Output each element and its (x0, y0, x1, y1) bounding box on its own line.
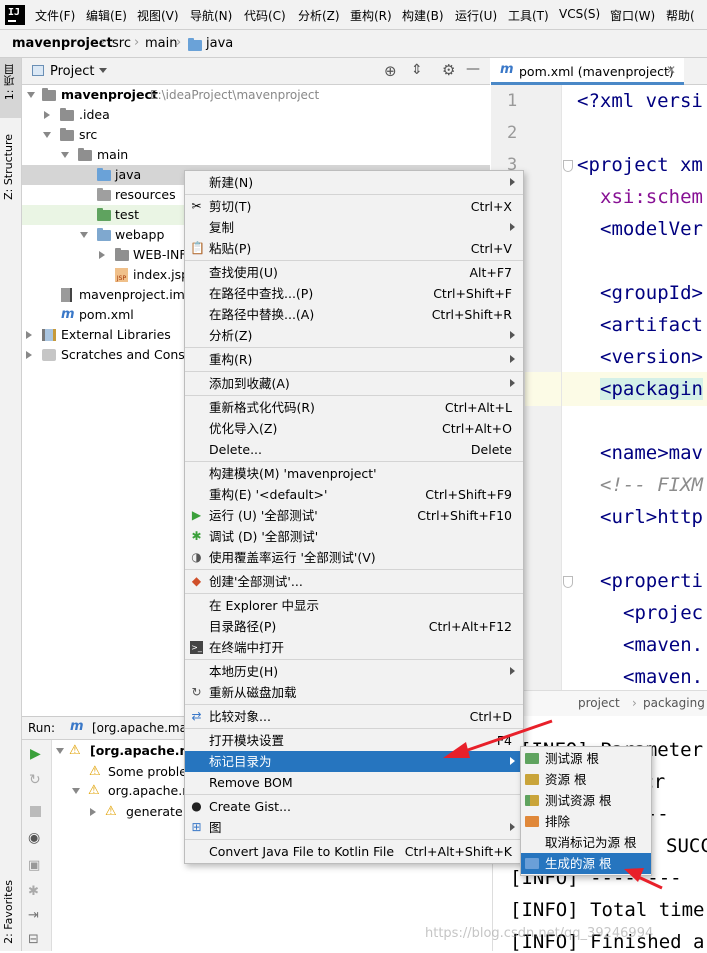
annotation-arrows (443, 719, 663, 890)
red-arrow-to-generated-sources (624, 868, 663, 890)
red-arrow-to-mark-directory (443, 719, 553, 758)
